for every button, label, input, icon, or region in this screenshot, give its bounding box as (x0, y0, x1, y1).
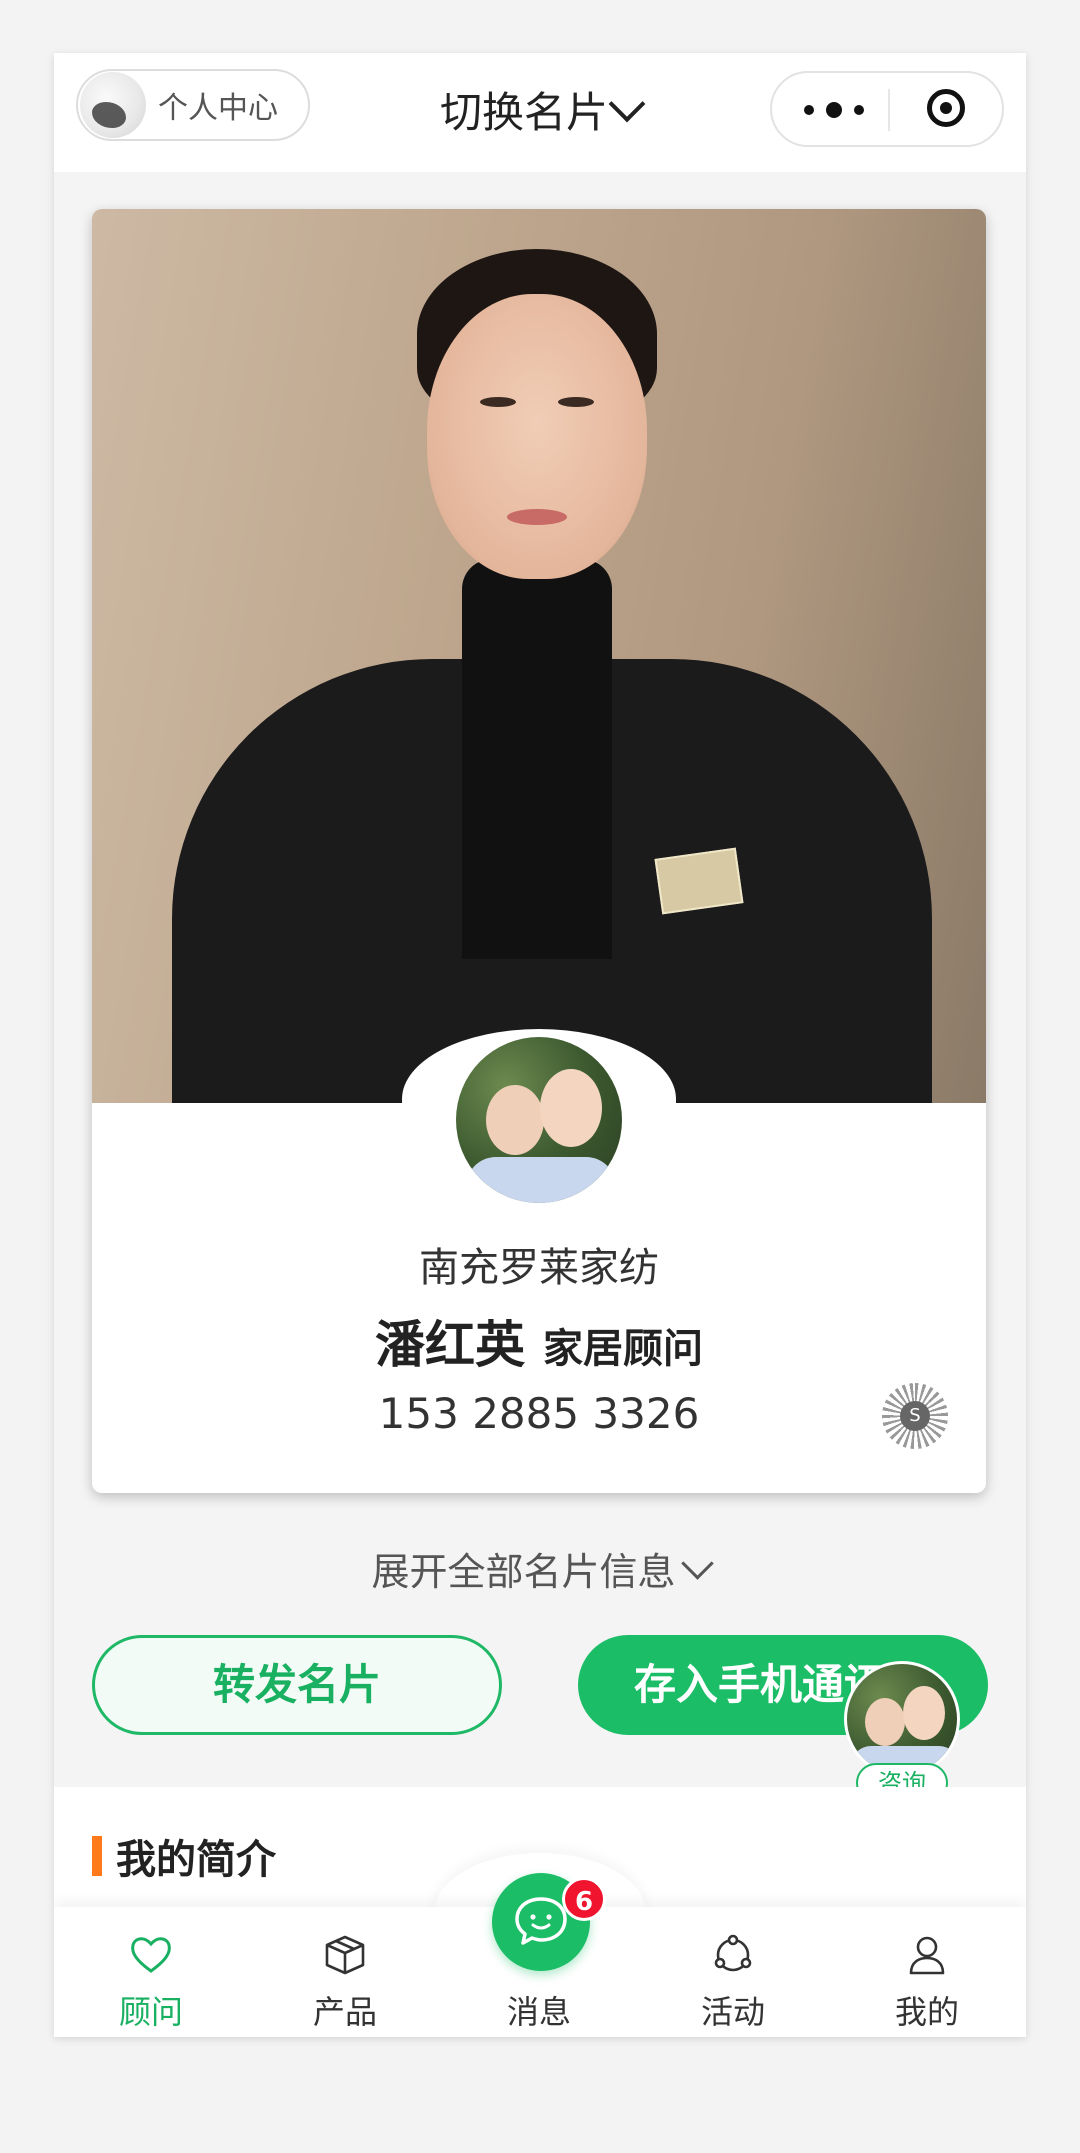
close-miniprogram-icon[interactable] (927, 89, 965, 127)
mini-program-code-icon[interactable]: S (882, 1383, 948, 1449)
company-name: 南充罗莱家纺 (419, 1245, 659, 1291)
tab-label: 活动 (700, 1993, 765, 2031)
chevron-down-icon (608, 85, 646, 123)
phone-number[interactable]: 153 2885 3326 (92, 1389, 986, 1438)
switch-card-label: 切换名片 (439, 88, 608, 137)
heart-icon (131, 1937, 171, 1973)
intro-title: 我的简介 (116, 1837, 276, 1883)
chevron-down-icon (680, 1547, 714, 1580)
capsule-divider (888, 89, 890, 131)
name-row: 潘红英 家居顾问 (92, 1305, 986, 1377)
expand-label: 展开全部名片信息 (371, 1550, 676, 1594)
consult-avatar[interactable] (844, 1661, 960, 1777)
tab-label: 消息 (506, 1993, 571, 2031)
unread-badge: 6 (562, 1877, 606, 1921)
top-bar: 个人中心 切换名片 (54, 53, 1026, 172)
business-card: 南充罗莱家纺 潘红英 家居顾问 153 2885 3326 S (92, 209, 986, 1493)
tab-label: 产品 (312, 1993, 377, 2031)
user-icon (909, 1936, 945, 1975)
more-options-icon[interactable] (804, 96, 864, 124)
tab-mine[interactable]: 我的 (830, 1907, 1024, 2037)
capsule-menu (770, 71, 1004, 147)
job-title: 家居顾问 (543, 1326, 703, 1372)
profile-photo (92, 209, 986, 1103)
activity-icon (714, 1934, 752, 1972)
tab-advisor[interactable]: 顾问 (54, 1907, 248, 2037)
tab-activities[interactable]: 活动 (636, 1907, 830, 2037)
name-badge (654, 847, 744, 915)
tab-label: 我的 (894, 1993, 959, 2031)
avatar[interactable] (456, 1037, 622, 1203)
forward-card-button[interactable]: 转发名片 (92, 1635, 502, 1735)
tab-label: 顾问 (118, 1993, 183, 2031)
section-accent-bar (92, 1836, 102, 1876)
expand-card-info-button[interactable]: 展开全部名片信息 (54, 1541, 1026, 1596)
person-name: 潘红英 (375, 1316, 525, 1374)
tab-products[interactable]: 产品 (248, 1907, 442, 2037)
mini-program-window: 个人中心 切换名片 南充罗莱家纺 潘红英 家居顾问 153 2885 3326 … (54, 53, 1026, 2037)
box-icon (325, 1935, 365, 1975)
intro-heading: 我的简介 (92, 1827, 276, 1885)
